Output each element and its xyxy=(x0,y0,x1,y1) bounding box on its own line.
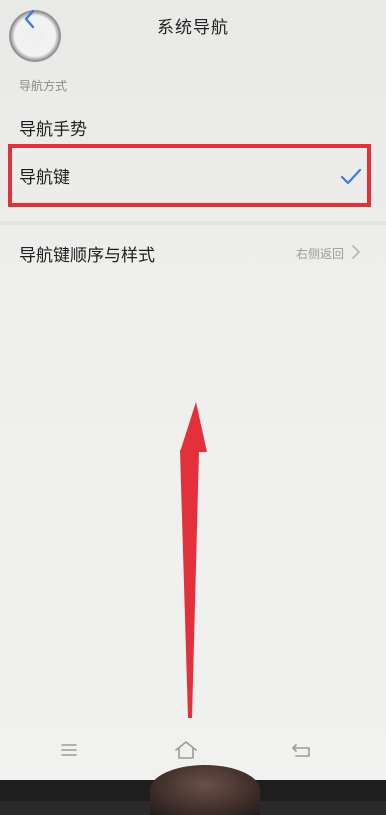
home-icon[interactable] xyxy=(172,738,200,762)
settings-screen: 系统导航 导航方式 导航手势 导航键 导航键顺序与样式 右侧返回 xyxy=(0,0,386,788)
finger xyxy=(150,765,260,815)
back-icon[interactable] xyxy=(288,738,316,762)
menu-icon[interactable] xyxy=(55,738,83,762)
up-arrow-annotation xyxy=(180,402,207,718)
